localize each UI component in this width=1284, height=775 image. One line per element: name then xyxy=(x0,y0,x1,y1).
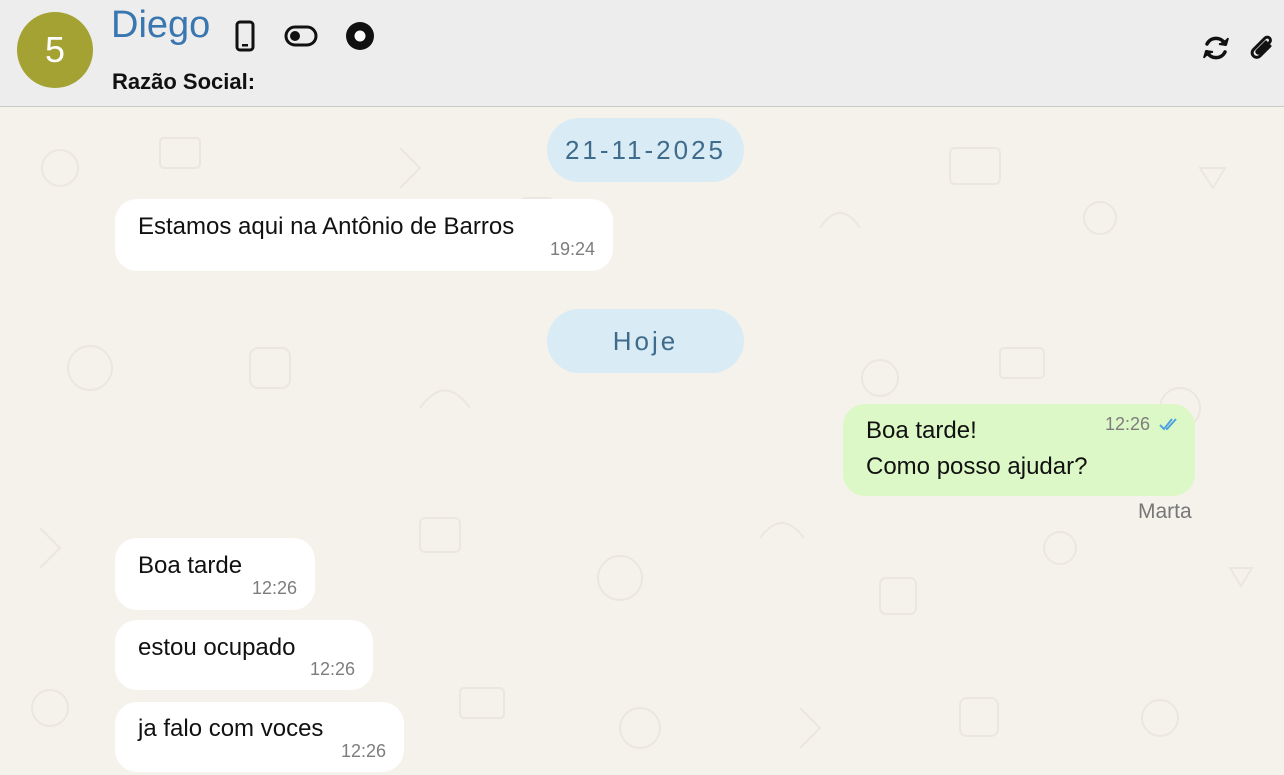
message-text: Boa tarde xyxy=(138,552,243,579)
chat-area[interactable]: 21-11-2025 Estamos aqui na Antônio de Ba… xyxy=(0,108,1284,775)
message-bubble-incoming[interactable]: ja falo com voces 12:26 xyxy=(115,702,404,772)
message-bubble-outgoing[interactable]: Boa tarde! Como posso ajudar? 12:26 xyxy=(843,404,1195,496)
message-bubble-incoming[interactable]: estou ocupado 12:26 xyxy=(115,620,373,690)
message-time: 12:26 xyxy=(340,741,386,761)
record-icon[interactable] xyxy=(344,20,376,52)
date-separator: 21-11-2025 xyxy=(547,118,744,182)
message-sender: Marta xyxy=(1138,500,1192,523)
message-text: estou ocupado xyxy=(138,634,296,661)
message-time: 12:26 xyxy=(251,578,297,598)
phone-icon[interactable] xyxy=(233,20,257,52)
date-separator-label: 21-11-2025 xyxy=(564,134,727,165)
message-meta: 12:26 xyxy=(1105,414,1179,435)
toggle-icon[interactable] xyxy=(283,20,319,52)
message-line: Boa tarde! xyxy=(866,417,977,444)
message-line: Como posso ajudar? xyxy=(866,453,1088,480)
message-time: 19:24 xyxy=(549,239,595,259)
date-separator: Hoje xyxy=(547,309,744,373)
message-bubble-incoming[interactable]: Estamos aqui na Antônio de Barros 19:24 xyxy=(115,199,613,271)
chat-header: 5 Diego Razão Social: xyxy=(0,0,1284,107)
contact-name[interactable]: Diego xyxy=(111,2,210,48)
message-text: ja falo com voces xyxy=(138,715,324,742)
message-time: 12:26 xyxy=(309,659,355,679)
refresh-icon[interactable] xyxy=(1200,32,1232,64)
paperclip-icon[interactable] xyxy=(1246,32,1278,64)
razao-social-label: Razão Social: xyxy=(112,69,256,94)
date-separator-label: Hoje xyxy=(612,325,679,356)
razao-social-row: Razão Social: xyxy=(112,69,261,95)
contact-avatar[interactable]: 5 xyxy=(17,12,93,88)
double-check-icon xyxy=(1159,418,1177,431)
message-time: 12:26 xyxy=(1104,414,1150,434)
avatar-text: 5 xyxy=(44,29,66,70)
message-text: Estamos aqui na Antônio de Barros xyxy=(138,213,515,240)
message-bubble-incoming[interactable]: Boa tarde 12:26 xyxy=(115,538,315,610)
